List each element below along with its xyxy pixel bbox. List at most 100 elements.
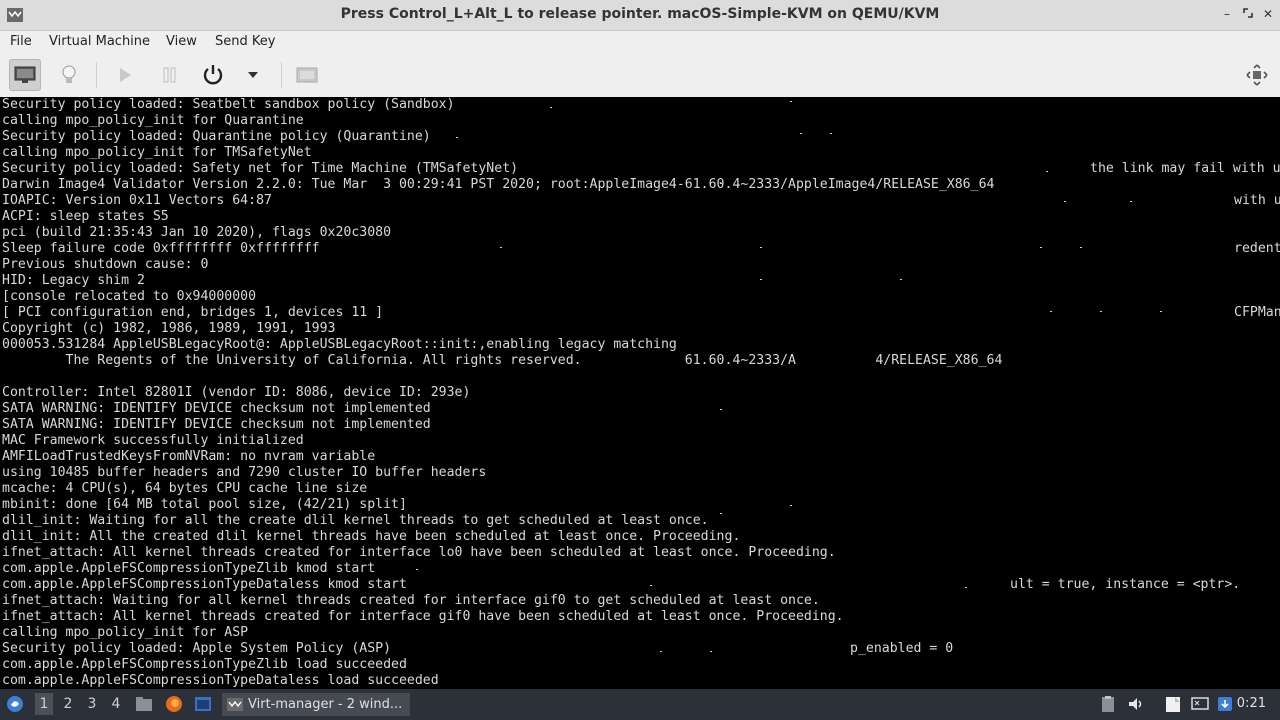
display-artifact [830,133,832,134]
clock: 0:21 [1236,696,1266,711]
display-artifact [965,587,967,588]
maximize-icon[interactable] [1241,7,1255,21]
display-artifact [1064,201,1066,202]
console-line: dlil_init: All the created dlil kernel t… [2,529,741,544]
display-artifact [760,279,762,280]
console-line: ifnet_attach: All kernel threads created… [2,545,836,560]
display-artifact [1040,247,1042,248]
firefox-icon[interactable] [165,695,183,713]
display-artifact [1050,311,1052,312]
console-view-button[interactable] [9,59,41,91]
workspace-3[interactable]: 3 [83,696,101,712]
console-line: Previous shutdown cause: 0 [2,257,209,272]
console-fragment: with u [1234,193,1280,208]
console-line: SATA WARNING: IDENTIFY DEVICE checksum n… [2,401,431,416]
display-artifact [650,585,652,586]
display-artifact [1160,311,1162,312]
menu-bar: File Virtual Machine View Send Key [0,31,1280,54]
display-artifact [1046,171,1048,172]
shutdown-button[interactable] [198,60,228,90]
shutdown-menu-button[interactable] [238,60,268,90]
console-line: MAC Framework successfully initialized [2,433,304,448]
monitor-icon [14,66,36,83]
display-artifact [720,409,722,410]
screenshot-icon [296,67,318,83]
pause-icon [163,67,176,83]
taskbar-task-virt-manager[interactable]: Virt-manager - 2 wind... [222,693,410,716]
menu-send-key[interactable]: Send Key [215,34,275,49]
menu-view[interactable]: View [166,34,197,49]
console-line: Security policy loaded: Apple System Pol… [2,641,392,656]
display-artifact [790,101,792,102]
fullscreen-button[interactable] [1242,60,1272,90]
console-line: IOAPIC: Version 0x11 Vectors 64:87 [2,193,272,208]
vm-console[interactable]: Security policy loaded: Seatbelt sandbox… [0,97,1280,689]
play-icon [120,68,131,82]
close-icon[interactable]: ✕ [1261,7,1275,21]
start-menu-icon[interactable] [6,695,24,713]
console-line: calling mpo_policy_init for Quarantine [2,113,304,128]
console-line: [ PCI configuration end, bridges 1, devi… [2,305,384,320]
console-line: HID: Legacy shim 2 [2,273,145,288]
display-artifact [500,247,502,248]
console-line: com.apple.AppleFSCompressionTypeZlib kmo… [2,561,376,576]
menu-virtual-machine[interactable]: Virtual Machine [49,34,150,49]
toolbar [0,54,1280,98]
display-artifact [720,513,722,514]
console-line: The Regents of the University of Califor… [2,353,1003,368]
virt-manager-icon [227,698,243,711]
window-titlebar[interactable]: Press Control_L+Alt_L to release pointer… [0,0,1280,31]
workspace-4[interactable]: 4 [107,696,125,712]
details-view-button[interactable] [54,60,84,90]
clipboard-icon[interactable] [1099,695,1117,713]
console-line: calling mpo_policy_init for ASP [2,625,249,640]
toolbar-separator [96,62,97,88]
volume-icon[interactable] [1127,695,1145,713]
taskbar: 1 2 3 4 Virt-manager - 2 wind... 0:21 [0,689,1280,720]
task-label: Virt-manager - 2 wind... [248,697,403,712]
console-line: Copyright (c) 1982, 1986, 1989, 1991, 19… [2,321,336,336]
display-icon[interactable] [1191,695,1209,713]
display-artifact [720,183,722,184]
fullscreen-icon [1246,64,1268,86]
update-icon[interactable] [1216,695,1234,713]
display-artifact [416,569,418,570]
console-line: 000053.531284 AppleUSBLegacyRoot@: Apple… [2,337,677,352]
display-artifact [1080,247,1082,248]
workspace-2[interactable]: 2 [59,696,77,712]
toolbar-separator [281,62,282,88]
console-line: [console relocated to 0x94000000 [2,289,257,304]
console-line: ifnet_attach: All kernel threads created… [2,609,844,624]
console-line: Security policy loaded: Safety net for T… [2,161,519,176]
console-line: Sleep failure code 0xffffffff 0xffffffff [2,241,320,256]
display-artifact [760,247,762,248]
pause-button[interactable] [155,60,185,90]
run-button[interactable] [110,60,140,90]
console-line: com.apple.AppleFSCompressionTypeDataless… [2,577,407,592]
display-artifact [800,133,802,134]
console-line: com.apple.AppleFSCompressionTypeZlib loa… [2,657,407,672]
dropdown-arrow-icon [248,72,258,78]
console-fragment: redent [1234,241,1280,256]
display-artifact [710,651,712,652]
console-fragment: CFPMan [1234,305,1280,320]
display-artifact [790,505,792,506]
menu-file[interactable]: File [10,34,32,49]
console-fragment: the link may fail with u [1090,161,1280,176]
console-line: Darwin Image4 Validator Version 2.2.0: T… [2,177,995,192]
console-line: AMFILoadTrustedKeysFromNVRam: no nvram v… [2,449,376,464]
console-line: SATA WARNING: IDENTIFY DEVICE checksum n… [2,417,431,432]
notes-icon[interactable] [1164,695,1182,713]
terminal-icon[interactable] [194,695,212,713]
display-artifact [1100,311,1102,312]
power-icon [203,65,223,85]
display-artifact [550,107,552,108]
screenshot-button[interactable] [292,60,322,90]
file-manager-icon[interactable] [135,695,153,713]
console-line: Security policy loaded: Quarantine polic… [2,129,431,144]
workspace-1[interactable]: 1 [35,693,53,715]
minimize-icon[interactable]: – [1220,7,1234,21]
console-line: ACPI: sleep states S5 [2,209,169,224]
console-line: pci (build 21:35:43 Jan 10 2020), flags … [2,225,392,240]
console-line: com.apple.AppleFSCompressionTypeDataless… [2,673,439,688]
